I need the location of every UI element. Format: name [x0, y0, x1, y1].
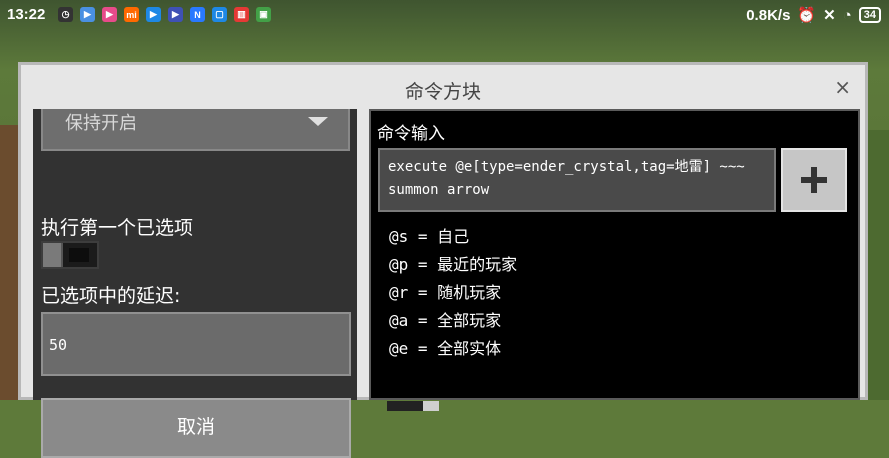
- delay-value: 50: [49, 336, 68, 354]
- selector-help-item: @r = 随机玩家: [389, 283, 502, 302]
- network-speed: 0.8K/s: [746, 6, 791, 24]
- plus-icon-vertical: [811, 167, 817, 193]
- settings-panel: 保持开启 执行第一个已选项 已选项中的延迟: 50 取消: [33, 109, 357, 458]
- clock-notif-icon: ◷: [58, 7, 73, 22]
- command-block-dialog: 命令方块 × 保持开启 执行第一个已选项 已选项中的延迟: 50 取消 命令输入…: [18, 62, 868, 458]
- notification-icons: ◷ ▶ ▶ mi ▶ ▶ N ▢ ▥ ▣: [58, 7, 271, 22]
- execute-first-label: 执行第一个已选项: [41, 217, 194, 239]
- status-right: 0.8K/s ⏰ ✕ ◔ 34: [746, 6, 881, 24]
- toggle-knob: [43, 243, 63, 267]
- files-app-icon: ▢: [212, 7, 227, 22]
- redstone-mode-dropdown[interactable]: 保持开启: [41, 109, 350, 151]
- youtube-icon: ▶: [80, 7, 95, 22]
- video-app2-icon: ▶: [168, 7, 183, 22]
- n-app-icon: N: [190, 7, 205, 22]
- status-time: 13:22: [7, 6, 46, 23]
- toggle-knob: [423, 401, 439, 411]
- silent-icon: ✕: [823, 7, 836, 24]
- video-app-icon: ▶: [102, 7, 117, 22]
- delay-input[interactable]: 50: [41, 312, 351, 376]
- close-icon[interactable]: ×: [834, 75, 851, 99]
- store-app-icon: ▥: [234, 7, 249, 22]
- delay-label: 已选项中的延迟:: [41, 285, 181, 307]
- status-bar: 13:22 ◷ ▶ ▶ mi ▶ ▶ N ▢ ▥ ▣ 0.8K/s ⏰ ✕ ◔ 34: [0, 0, 889, 30]
- battery-icon: 34: [858, 7, 881, 23]
- command-input[interactable]: execute @e[type=ender_crystal,tag=地雷] ~~…: [378, 148, 776, 212]
- selector-help-list: @s = 自己 @p = 最近的玩家 @r = 随机玩家 @a = 全部玩家 @e = …: [389, 223, 517, 363]
- music-app-icon: ▶: [146, 7, 161, 22]
- cancel-button[interactable]: 取消: [41, 398, 351, 458]
- selector-help-item: @e = 全部实体: [389, 339, 502, 358]
- alarm-icon: ⏰: [797, 7, 817, 24]
- toggle-track: [69, 248, 89, 262]
- store2-app-icon: ▣: [256, 7, 271, 22]
- command-input-label: 命令输入: [377, 124, 445, 144]
- selector-help-item: @p = 最近的玩家: [389, 255, 518, 274]
- wifi-icon: ◔: [842, 6, 852, 24]
- command-panel: 命令输入 execute @e[type=ender_crystal,tag=地…: [369, 109, 860, 411]
- selector-help-item: @s = 自己: [389, 227, 470, 246]
- chevron-down-icon: [308, 117, 328, 126]
- execute-first-toggle[interactable]: [41, 241, 99, 269]
- selector-help-item: @a = 全部玩家: [389, 311, 502, 330]
- dropdown-value: 保持开启: [65, 113, 137, 134]
- add-button[interactable]: [781, 148, 847, 212]
- dialog-title: 命令方块: [404, 81, 481, 103]
- mi-icon: mi: [124, 7, 139, 22]
